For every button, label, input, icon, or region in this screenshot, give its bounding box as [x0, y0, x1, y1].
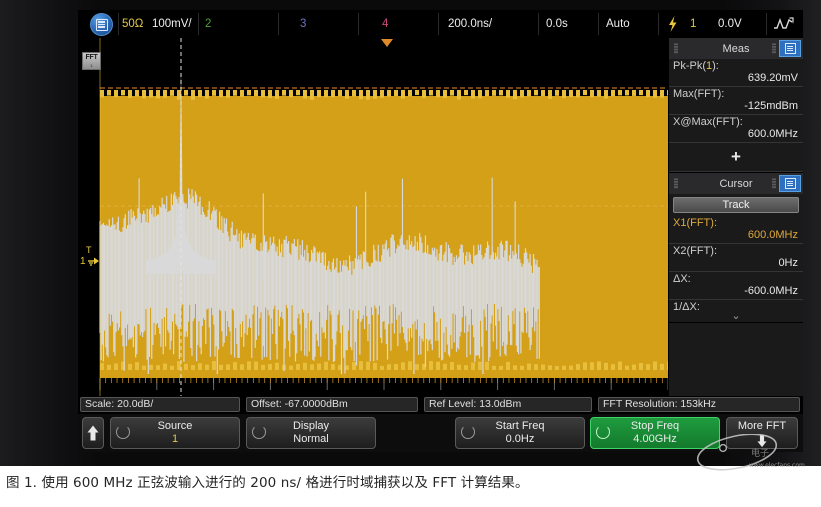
cursor-label-x1: X1(FFT):: [673, 217, 798, 229]
status-ref-level[interactable]: Ref Level: 13.0dBm: [424, 397, 592, 412]
cursor-row-deltax[interactable]: ΔX: -600.0MHz: [669, 272, 803, 300]
fft-source-badge[interactable]: FFT 1: [82, 52, 101, 70]
side-panels: Meas Pk-Pk(1): 639.20mV Max(FFT): -125md…: [668, 38, 803, 396]
svg-text:电子: 电子: [751, 447, 769, 459]
softkey-display-value: Normal: [247, 433, 375, 446]
measurement-panel-header[interactable]: Meas: [669, 38, 803, 59]
measurement-label-maxfft: Max(FFT):: [673, 88, 798, 100]
softkey-start-freq-label: Start Freq: [456, 418, 584, 433]
trigger-level[interactable]: 0.0V: [718, 10, 742, 38]
fft-badge-label: FFT: [86, 54, 98, 61]
status-scale[interactable]: Scale: 20.0dB/: [80, 397, 240, 412]
trigger-edge-icon: [666, 10, 680, 38]
svg-text:www.elecfans.com: www.elecfans.com: [749, 462, 805, 469]
knob-icon-start-freq: [461, 425, 475, 439]
back-button[interactable]: [82, 417, 104, 449]
waveform-display-area[interactable]: FFT 1 T 1: [78, 38, 668, 396]
cursor-panel-expand-chevron-down-icon[interactable]: ⌄: [669, 313, 803, 322]
measurement-panel: Meas Pk-Pk(1): 639.20mV Max(FFT): -125md…: [669, 38, 803, 173]
measurement-value-xatmaxfft: 600.0MHz: [673, 128, 798, 140]
channel-ground-marker[interactable]: T 1: [80, 246, 104, 267]
measurement-value-pkpk: 639.20mV: [673, 72, 798, 84]
trigger-position-marker[interactable]: [381, 39, 393, 47]
cursor-panel-grip-right-icon[interactable]: [772, 178, 776, 189]
cursor-value-x2: 0Hz: [673, 257, 798, 269]
measurement-label-xatmaxfft: X@Max(FFT):: [673, 116, 798, 128]
softkey-more-fft-label: More FFT: [727, 418, 797, 433]
cursor-panel-title: Cursor: [719, 178, 752, 190]
cursor-label-x2: X2(FFT):: [673, 245, 798, 257]
channel-4-indicator[interactable]: 4: [382, 10, 388, 38]
measurement-label-pkpk: Pk-Pk(1):: [673, 60, 798, 72]
knob-icon-display: [252, 425, 266, 439]
ground-marker-channel: 1: [80, 257, 86, 266]
main-menu-icon[interactable]: [90, 13, 113, 36]
cursor-row-invdeltax[interactable]: 1/ΔX:: [669, 300, 803, 313]
status-offset[interactable]: Offset: -67.0000dBm: [246, 397, 418, 412]
cursor-value-x1: 600.0MHz: [673, 229, 798, 241]
trigger-source[interactable]: 1: [690, 10, 696, 38]
channel-3-indicator[interactable]: 3: [300, 10, 306, 38]
softkey-display-label: Display: [247, 418, 375, 433]
measurement-value-maxfft: -125mdBm: [673, 100, 798, 112]
cursor-panel-header[interactable]: Cursor: [669, 173, 803, 194]
trigger-waveform-icon[interactable]: [772, 15, 796, 33]
cursor-label-invdeltax: 1/ΔX:: [673, 301, 798, 313]
measurement-row-pkpk[interactable]: Pk-Pk(1): 639.20mV: [669, 59, 803, 87]
cursor-row-x1[interactable]: X1(FFT): 600.0MHz: [669, 216, 803, 244]
status-fft-resolution[interactable]: FFT Resolution: 153kHz: [598, 397, 800, 412]
knob-icon-source: [116, 425, 130, 439]
softkey-start-freq[interactable]: Start Freq 0.0Hz: [455, 417, 585, 449]
softkey-source[interactable]: Source 1: [110, 417, 240, 449]
knob-icon-stop-freq: [596, 425, 610, 439]
measurement-row-maxfft[interactable]: Max(FFT): -125mdBm: [669, 87, 803, 115]
ground-symbol-icon: [87, 255, 100, 267]
cursor-track-button[interactable]: Track: [673, 197, 799, 213]
cursor-panel: Cursor Track X1(FFT): 600.0MHz X2(FFT): …: [669, 173, 803, 323]
fft-badge-sub: 1: [83, 62, 100, 70]
panel-menu-glyph: [785, 43, 796, 54]
measurement-panel-title: Meas: [723, 43, 750, 55]
cursor-row-x2[interactable]: X2(FFT): 0Hz: [669, 244, 803, 272]
panel-grip-left-icon[interactable]: [674, 43, 678, 54]
cursor-panel-menu-icon[interactable]: [779, 175, 801, 192]
softkey-stop-freq-label: Stop Freq: [591, 418, 719, 433]
menu-list-glyph: [96, 19, 108, 31]
site-watermark-logo: 电子 www.elecfans.com: [693, 434, 811, 476]
cursor-label-deltax: ΔX:: [673, 273, 798, 285]
trigger-mode[interactable]: Auto: [606, 10, 630, 38]
fft-status-bar: Scale: 20.0dB/ Offset: -67.0000dBm Ref L…: [78, 396, 803, 414]
horizontal-delay-value[interactable]: 0.0s: [546, 10, 568, 38]
page-root: 50Ω 100mV/ 2 3 4 200.0ns/ 0.0s Auto 1 0.…: [0, 0, 821, 507]
softkey-display[interactable]: Display Normal: [246, 417, 376, 449]
add-measurement-button[interactable]: +: [669, 143, 803, 172]
cursor-value-deltax: -600.0MHz: [673, 285, 798, 297]
cursor-panel-menu-glyph: [785, 178, 796, 189]
measurement-panel-menu-icon[interactable]: [779, 40, 801, 57]
channel-volts-per-div[interactable]: 100mV/: [152, 10, 192, 38]
top-info-bar: 50Ω 100mV/ 2 3 4 200.0ns/ 0.0s Auto 1 0.…: [78, 10, 803, 38]
softkey-source-value: 1: [111, 433, 239, 446]
figure-caption: 图 1. 使用 600 MHz 正弦波输入进行的 200 ns/ 格进行时域捕获…: [6, 471, 816, 491]
measurement-row-xatmaxfft[interactable]: X@Max(FFT): 600.0MHz: [669, 115, 803, 143]
arrow-up-icon: [87, 425, 100, 442]
channel-2-indicator[interactable]: 2: [205, 10, 211, 38]
softkey-start-freq-value: 0.0Hz: [456, 433, 584, 446]
channel-impedance[interactable]: 50Ω: [122, 10, 143, 38]
softkey-source-label: Source: [111, 418, 239, 433]
panel-grip-right-icon[interactable]: [772, 43, 776, 54]
timebase-value[interactable]: 200.0ns/: [448, 10, 492, 38]
cursor-panel-grip-left-icon[interactable]: [674, 178, 678, 189]
graticule-and-traces: [78, 38, 668, 396]
trigger-marker-label: T: [86, 246, 104, 255]
oscilloscope-screen: 50Ω 100mV/ 2 3 4 200.0ns/ 0.0s Auto 1 0.…: [78, 10, 803, 452]
